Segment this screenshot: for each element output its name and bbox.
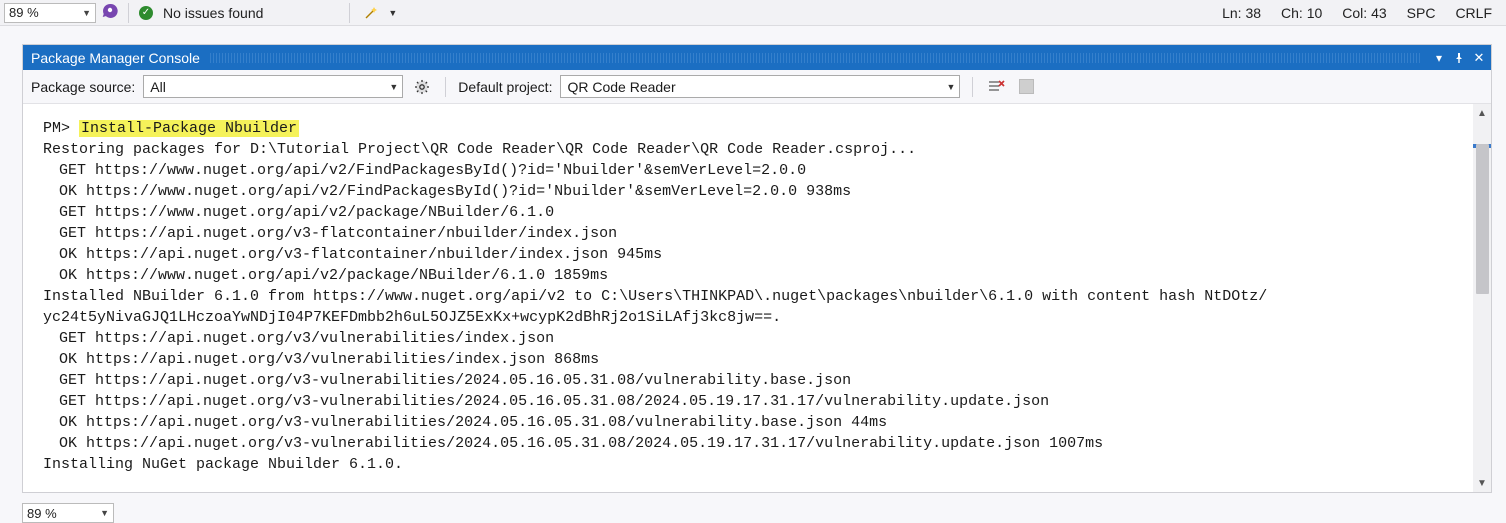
stop-icon bbox=[1019, 79, 1034, 94]
gear-icon[interactable] bbox=[411, 76, 433, 98]
console-line: GET https://api.nuget.org/v3-vulnerabili… bbox=[43, 391, 1465, 412]
console-line: OK https://www.nuget.org/api/v2/FindPack… bbox=[43, 181, 1465, 202]
zoom-combo-top[interactable]: 89 % ▼ bbox=[4, 3, 96, 23]
console-line: GET https://api.nuget.org/v3-vulnerabili… bbox=[43, 370, 1465, 391]
scroll-thumb[interactable] bbox=[1476, 144, 1489, 294]
console-line: Installed NBuilder 6.1.0 from https://ww… bbox=[43, 286, 1465, 307]
editor-status-bar: 89 % ▼ ✓ No issues found ▼ Ln: 38 Ch: 10… bbox=[0, 0, 1506, 26]
console-line: OK https://www.nuget.org/api/v2/package/… bbox=[43, 265, 1465, 286]
console-output-region: PM> Install-Package NbuilderRestoring pa… bbox=[23, 104, 1491, 492]
zoom-combo-bottom[interactable]: 89 % ▼ bbox=[22, 503, 114, 523]
clear-console-icon[interactable] bbox=[985, 76, 1007, 98]
package-source-combo[interactable]: All ▼ bbox=[143, 75, 403, 98]
default-project-combo[interactable]: QR Code Reader ▼ bbox=[560, 75, 960, 98]
chevron-down-icon: ▼ bbox=[82, 8, 91, 18]
package-manager-console-panel: Package Manager Console ▾ ✕ Package sour… bbox=[22, 44, 1492, 493]
check-circle-icon: ✓ bbox=[139, 6, 153, 20]
console-line: OK https://api.nuget.org/v3-vulnerabilit… bbox=[43, 433, 1465, 454]
feedback-icon[interactable] bbox=[102, 3, 118, 22]
console-line: Installing NuGet package Nbuilder 6.1.0. bbox=[43, 454, 1465, 475]
pin-icon[interactable] bbox=[1451, 50, 1467, 66]
chevron-down-icon[interactable]: ▼ bbox=[388, 8, 397, 18]
chevron-down-icon: ▼ bbox=[389, 82, 398, 92]
caret-position-info: Ln: 38 Ch: 10 Col: 43 SPC CRLF bbox=[1222, 5, 1502, 21]
scroll-down-icon[interactable]: ▼ bbox=[1473, 474, 1491, 492]
line-indicator: Ln: 38 bbox=[1222, 5, 1261, 21]
console-line: OK https://api.nuget.org/v3-vulnerabilit… bbox=[43, 412, 1465, 433]
console-line: OK https://api.nuget.org/v3/vulnerabilit… bbox=[43, 349, 1465, 370]
col-indicator: Col: 43 bbox=[1342, 5, 1386, 21]
zoom-value: 89 % bbox=[9, 5, 39, 20]
char-indicator: Ch: 10 bbox=[1281, 5, 1322, 21]
entered-command: Install-Package Nbuilder bbox=[79, 120, 299, 137]
indent-indicator: SPC bbox=[1407, 5, 1436, 21]
scroll-up-icon[interactable]: ▲ bbox=[1473, 104, 1491, 122]
console-line: PM> Install-Package Nbuilder bbox=[43, 118, 1465, 139]
chevron-down-icon: ▼ bbox=[947, 82, 956, 92]
separator bbox=[972, 77, 973, 97]
package-source-value: All bbox=[150, 79, 166, 95]
separator bbox=[445, 77, 446, 97]
separator bbox=[128, 3, 129, 23]
stop-button[interactable] bbox=[1015, 76, 1037, 98]
pmc-toolbar: Package source: All ▼ Default project: Q… bbox=[23, 70, 1491, 104]
console-line: OK https://api.nuget.org/v3-flatcontaine… bbox=[43, 244, 1465, 265]
window-menu-icon[interactable]: ▾ bbox=[1431, 50, 1447, 66]
console-line: GET https://api.nuget.org/v3-flatcontain… bbox=[43, 223, 1465, 244]
zoom-value: 89 % bbox=[27, 506, 57, 521]
package-source-label: Package source: bbox=[31, 79, 135, 95]
vertical-scrollbar[interactable]: ▲ ▼ bbox=[1473, 104, 1491, 492]
console-line: Restoring packages for D:\Tutorial Proje… bbox=[43, 139, 1465, 160]
wand-icon[interactable] bbox=[360, 2, 382, 24]
pmc-title-text: Package Manager Console bbox=[31, 50, 200, 66]
console-line: yc24t5yNivaGJQ1LHczoaYwNDjI04P7KEFDmbb2h… bbox=[43, 307, 1465, 328]
default-project-value: QR Code Reader bbox=[567, 79, 675, 95]
default-project-label: Default project: bbox=[458, 79, 552, 95]
console-line: GET https://api.nuget.org/v3/vulnerabili… bbox=[43, 328, 1465, 349]
eol-indicator: CRLF bbox=[1455, 5, 1492, 21]
chevron-down-icon: ▼ bbox=[100, 508, 109, 518]
prompt: PM> bbox=[43, 120, 79, 137]
console-line: GET https://www.nuget.org/api/v2/FindPac… bbox=[43, 160, 1465, 181]
close-icon[interactable]: ✕ bbox=[1471, 50, 1487, 66]
console-line: GET https://www.nuget.org/api/v2/package… bbox=[43, 202, 1465, 223]
separator bbox=[349, 3, 350, 23]
console-text[interactable]: PM> Install-Package NbuilderRestoring pa… bbox=[43, 118, 1465, 492]
title-grip[interactable] bbox=[210, 53, 1421, 63]
issues-label: No issues found bbox=[163, 5, 263, 21]
pmc-title-bar[interactable]: Package Manager Console ▾ ✕ bbox=[23, 45, 1491, 70]
